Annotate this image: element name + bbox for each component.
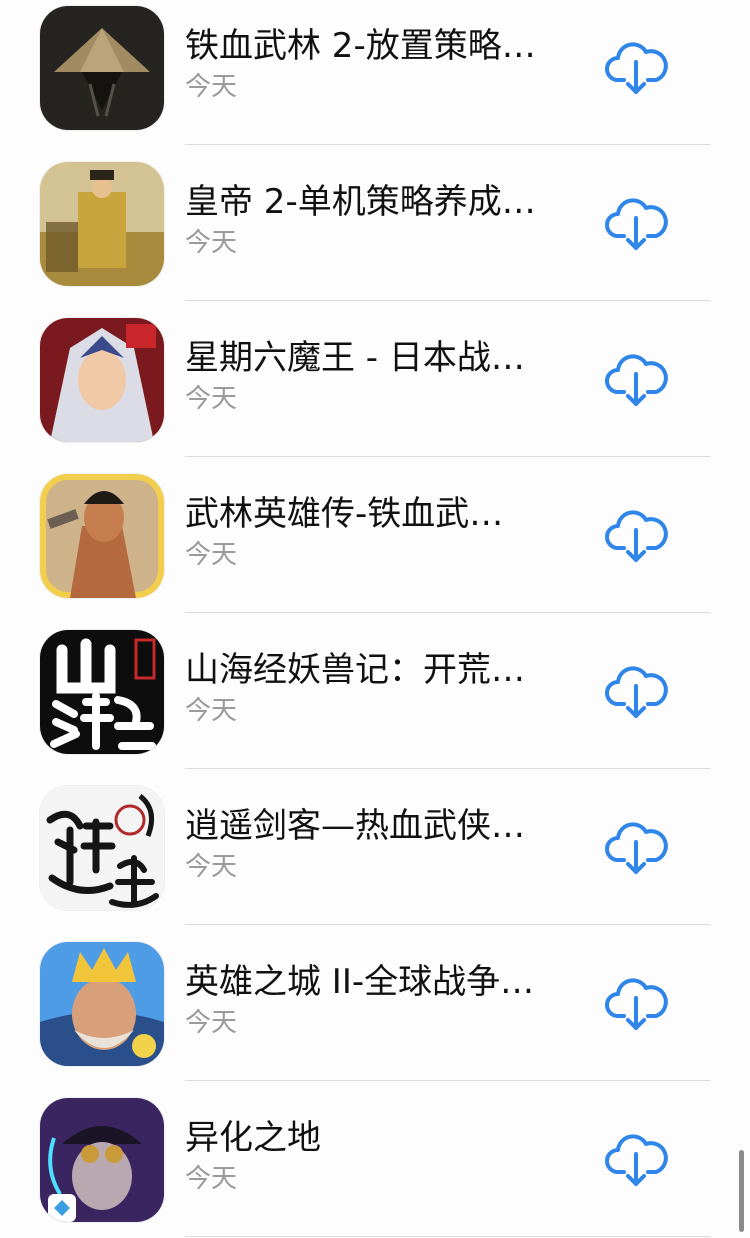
cloud-download-icon[interactable] (604, 1128, 668, 1192)
divider (185, 924, 710, 925)
app-title[interactable]: 山海经妖兽记：开荒… (185, 648, 585, 692)
app-title[interactable]: 武林英雄传-铁血武… (185, 492, 585, 536)
app-title[interactable]: 皇帝 2-单机策略养成… (185, 180, 585, 224)
cloud-download-icon[interactable] (604, 348, 668, 412)
divider (185, 300, 710, 301)
app-icon[interactable] (40, 786, 164, 910)
app-icon[interactable] (40, 630, 164, 754)
app-icon[interactable] (40, 6, 164, 130)
list-item[interactable]: 山海经妖兽记：开荒… 今天 (0, 624, 750, 780)
app-title[interactable]: 逍遥剑客—热血武侠… (185, 804, 585, 848)
app-title[interactable]: 英雄之城 II-全球战争… (185, 960, 585, 1004)
list-item[interactable]: 逍遥剑客—热血武侠… 今天 (0, 780, 750, 936)
app-date: 今天 (185, 1164, 238, 1194)
list-item[interactable]: 皇帝 2-单机策略养成… 今天 (0, 156, 750, 312)
cloud-download-icon[interactable] (604, 192, 668, 256)
app-icon[interactable] (40, 162, 164, 286)
app-date: 今天 (185, 72, 238, 102)
divider (185, 456, 710, 457)
cloud-download-icon[interactable] (604, 504, 668, 568)
app-icon[interactable] (40, 318, 164, 442)
app-title[interactable]: 异化之地 (185, 1116, 585, 1160)
app-date: 今天 (185, 696, 238, 726)
app-title[interactable]: 铁血武林 2-放置策略… (185, 24, 585, 68)
app-date: 今天 (185, 228, 238, 258)
app-list: 铁血武林 2-放置策略… 今天 皇帝 2-单机策略养成… 今天 星期六魔王 - … (0, 0, 750, 1238)
list-item[interactable]: 武林英雄传-铁血武… 今天 (0, 468, 750, 624)
divider (185, 1080, 710, 1081)
cloud-download-icon[interactable] (604, 816, 668, 880)
list-item[interactable]: 异化之地 今天 (0, 1092, 750, 1238)
app-date: 今天 (185, 540, 238, 570)
divider (185, 768, 710, 769)
app-icon[interactable] (40, 1098, 164, 1222)
divider (185, 1236, 710, 1237)
list-item[interactable]: 星期六魔王 - 日本战… 今天 (0, 312, 750, 468)
app-icon[interactable] (40, 474, 164, 598)
app-date: 今天 (185, 384, 238, 414)
app-title[interactable]: 星期六魔王 - 日本战… (185, 336, 585, 380)
scroll-indicator[interactable] (739, 1150, 744, 1232)
app-icon[interactable] (40, 942, 164, 1066)
list-item[interactable]: 铁血武林 2-放置策略… 今天 (0, 0, 750, 156)
list-item[interactable]: 英雄之城 II-全球战争… 今天 (0, 936, 750, 1092)
cloud-download-icon[interactable] (604, 972, 668, 1036)
cloud-download-icon[interactable] (604, 36, 668, 100)
cloud-download-icon[interactable] (604, 660, 668, 724)
divider (185, 144, 710, 145)
app-date: 今天 (185, 1008, 238, 1038)
divider (185, 612, 710, 613)
app-date: 今天 (185, 852, 238, 882)
